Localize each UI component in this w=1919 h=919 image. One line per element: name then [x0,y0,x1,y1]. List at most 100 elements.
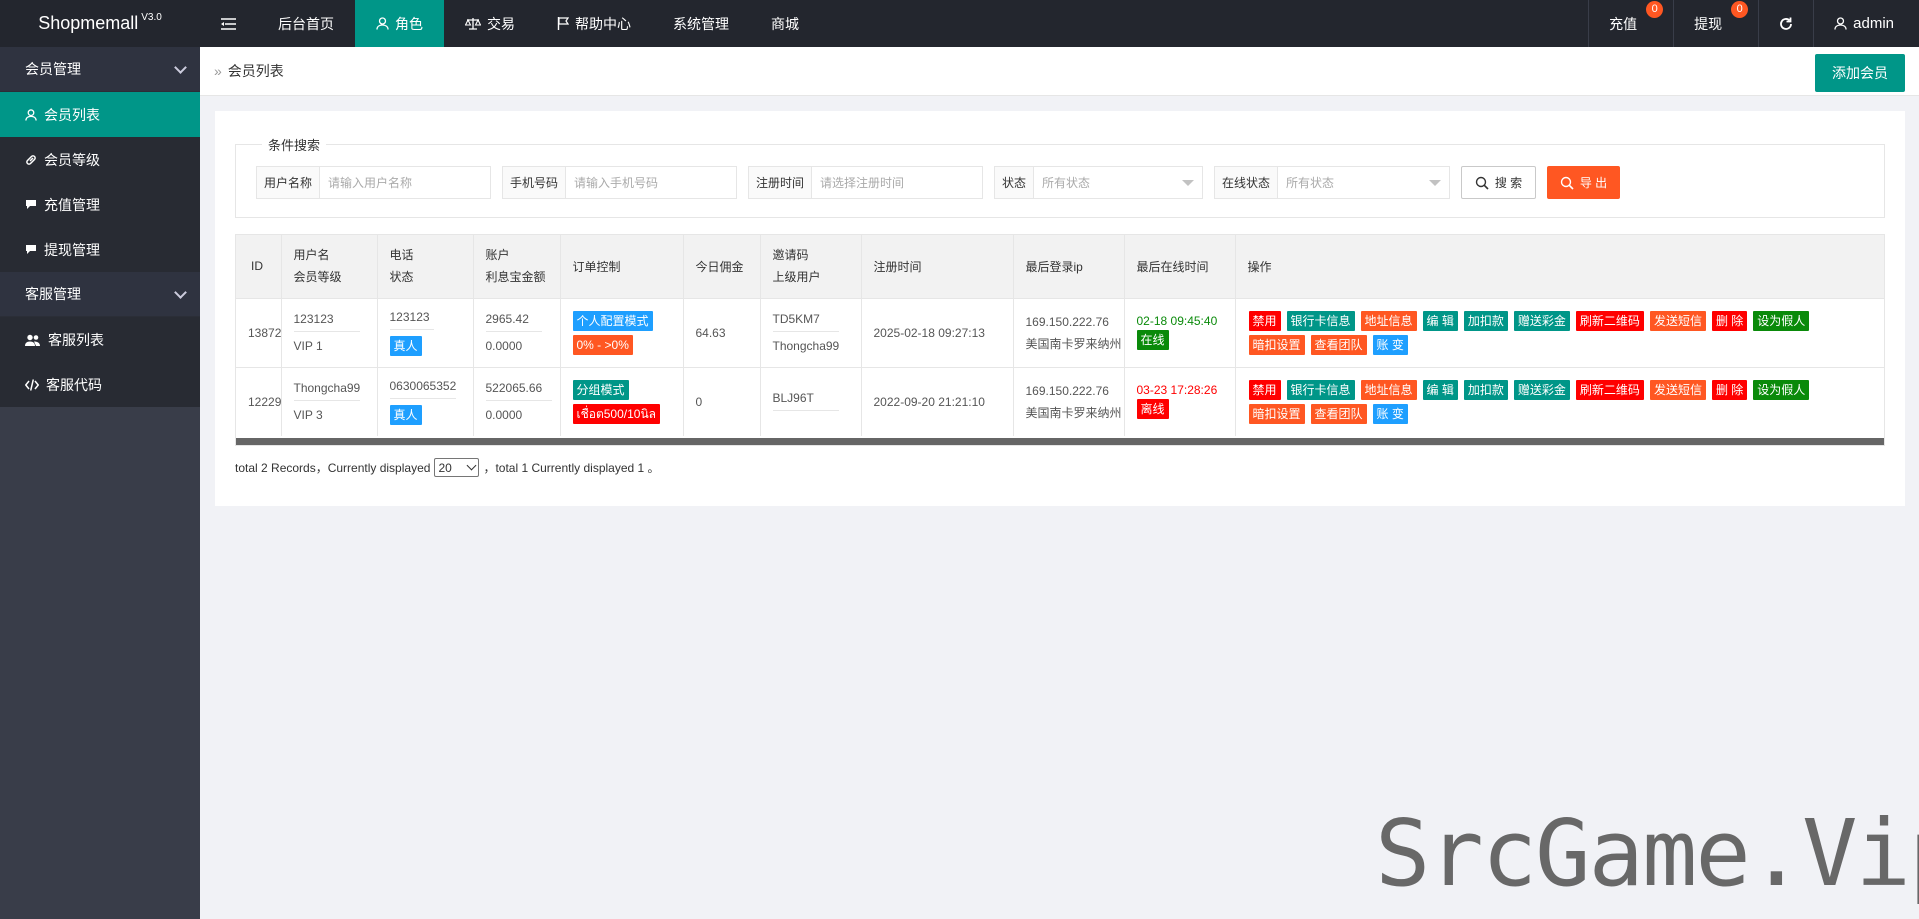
nav-system-label: 系统管理 [673,15,729,32]
export-button[interactable]: 导 出 [1547,166,1620,199]
set-fake-button[interactable]: 设为假人 [1753,379,1810,400]
nav-home[interactable]: 后台首页 [257,0,355,47]
add-member-button[interactable]: 添加会员 [1815,54,1905,92]
col-user: 用户名 会员等级 [281,235,378,298]
search-legend: 条件搜索 [262,135,327,154]
bankcard-button[interactable]: 银行卡信息 [1286,379,1355,400]
caret-down-icon [1182,179,1194,186]
sidebar-item-member-list[interactable]: 会员列表 [0,92,200,137]
search-button[interactable]: 搜 索 [1461,166,1536,199]
col-account: 账户 利息宝金额 [473,235,561,298]
per-page-select[interactable]: 20 [434,458,480,477]
cell-actions: 禁用 银行卡信息 地址信息编 辑加扣款 赠送彩金 刷新二维码 发送短信删 除设为假人暗扣设… [1235,366,1884,436]
sidebar-item-label: 充值管理 [44,196,100,213]
edit-button[interactable]: 编 辑 [1422,379,1458,400]
caret-down-icon [1429,179,1441,186]
nav-role[interactable]: 角色 [355,0,444,47]
regtime-input[interactable]: 请选择注册时间 [812,167,912,198]
edit-button[interactable]: 编 辑 [1422,310,1458,331]
sidebar-item-service-code[interactable]: 客服代码 [0,362,200,407]
cell-phone: 123123 真人 [377,297,474,367]
disable-button[interactable]: 禁用 [1248,379,1281,400]
address-button[interactable]: 地址信息 [1360,310,1417,331]
send-sms-button[interactable]: 发送短信 [1649,310,1706,331]
scale-icon [465,18,481,30]
link-icon [26,154,36,165]
send-sms-button[interactable]: 发送短信 [1649,379,1706,400]
set-fake-button[interactable]: 设为假人 [1753,310,1810,331]
table-row: 12229 Thongcha99 VIP 3 0630065352 真人 52206… [236,366,1884,436]
online-status-select[interactable]: 所有状态 [1278,167,1449,198]
status-select-value: 所有状态 [1042,176,1091,190]
cell-phone: 0630065352 真人 [377,366,474,436]
withdraw-label: 提现 [1694,15,1723,32]
pagination: total 2 Records，Currently displayed 20 ，… [235,458,660,477]
account-change-button[interactable]: 账 变 [1372,403,1408,424]
hidden-deduct-button[interactable]: 暗扣设置 [1248,334,1305,355]
account-change-button[interactable]: 账 变 [1372,334,1408,355]
phone-field: 手机号码 请输入手机号码 [502,166,737,199]
address-button[interactable]: 地址信息 [1360,379,1417,400]
online-status-badge: 离线 [1136,398,1169,419]
sidebar-item-label: 提现管理 [44,241,100,258]
sidebar: 会员管理 会员列表 会员等级 充值管理 提现管理 客服管理 客服列表 客服代码 [0,47,200,919]
top-nav: 后台首页 角色 交易 帮助中心 系统管理 商城 [200,0,820,47]
menu-toggle-button[interactable] [200,0,257,47]
logo[interactable]: Shopmemall V3.0 [0,0,200,47]
chevron-down-icon [466,460,477,471]
online-time-value: 03-23 17:28:26 [1136,382,1218,397]
nav-help-label: 帮助中心 [575,15,631,32]
sidebar-item-label: 会员列表 [44,106,100,123]
gift-bonus-button[interactable]: 赠送彩金 [1513,310,1570,331]
adjust-balance-button[interactable]: 加扣款 [1463,310,1508,331]
delete-button[interactable]: 删 除 [1711,379,1748,400]
nav-system[interactable]: 系统管理 [652,0,750,47]
username-input[interactable]: 请输入用户名称 [320,167,420,198]
cell-last-ip: 169.150.222.76 美国南卡罗来纳州 [1013,297,1125,367]
cell-id: 12229 [236,366,282,436]
recharge-link[interactable]: 充值 0 [1588,0,1673,47]
refresh-qrcode-button[interactable]: 刷新二维码 [1575,379,1644,400]
gift-bonus-button[interactable]: 赠送彩金 [1513,379,1570,400]
col-actions: 操作 [1235,235,1884,298]
phone-input[interactable]: 请输入手机号码 [566,167,666,198]
sidebar-group-service[interactable]: 客服管理 [0,272,200,317]
sidebar-item-recharge[interactable]: 充值管理 [0,182,200,227]
adjust-balance-button[interactable]: 加扣款 [1463,379,1508,400]
col-user-a: 用户名 [293,248,330,263]
delete-button[interactable]: 删 除 [1711,310,1748,331]
sidebar-item-member-level[interactable]: 会员等级 [0,137,200,182]
disable-button[interactable]: 禁用 [1248,310,1281,331]
location-value: 美国南卡罗来纳州 [1025,336,1122,351]
regtime-field: 注册时间 请选择注册时间 [748,166,983,199]
interest-value: 0.0000 [485,408,523,423]
user-menu[interactable]: admin [1813,0,1919,47]
sidebar-item-service-list[interactable]: 客服列表 [0,317,200,362]
nav-help[interactable]: 帮助中心 [536,0,652,47]
mode-badge[interactable]: 个人配置模式 [572,310,653,331]
sidebar-item-withdraw[interactable]: 提现管理 [0,227,200,272]
cell-commission: 64.63 [683,297,761,367]
export-button-label: 导 出 [1579,176,1608,190]
horizontal-scrollbar[interactable] [236,438,1884,445]
refresh-qrcode-button[interactable]: 刷新二维码 [1575,310,1644,331]
status-label: 状态 [995,167,1035,198]
nav-mall[interactable]: 商城 [750,0,820,47]
hidden-deduct-button[interactable]: 暗扣设置 [1248,403,1305,424]
withdraw-link[interactable]: 提现 0 [1673,0,1758,47]
username-field: 用户名称 请输入用户名称 [256,166,491,199]
pager-text-total: total 2 Records，Currently displayed [235,461,431,475]
cell-last-online: 02-18 09:45:40 在线 [1124,297,1236,367]
nav-trade[interactable]: 交易 [444,0,536,47]
sidebar-group-members[interactable]: 会员管理 [0,47,200,92]
col-invite: 邀请码 上级用户 [760,235,862,298]
breadcrumb[interactable]: 会员列表 [228,61,284,81]
refresh-button[interactable] [1758,0,1813,47]
view-team-button[interactable]: 查看团队 [1310,403,1367,424]
flag-icon [557,17,569,30]
bankcard-button[interactable]: 银行卡信息 [1286,310,1355,331]
mode-badge[interactable]: 分组模式 [572,379,629,400]
col-last-online: 最后在线时间 [1124,235,1236,298]
status-select[interactable]: 所有状态 [1034,167,1202,198]
view-team-button[interactable]: 查看团队 [1310,334,1367,355]
